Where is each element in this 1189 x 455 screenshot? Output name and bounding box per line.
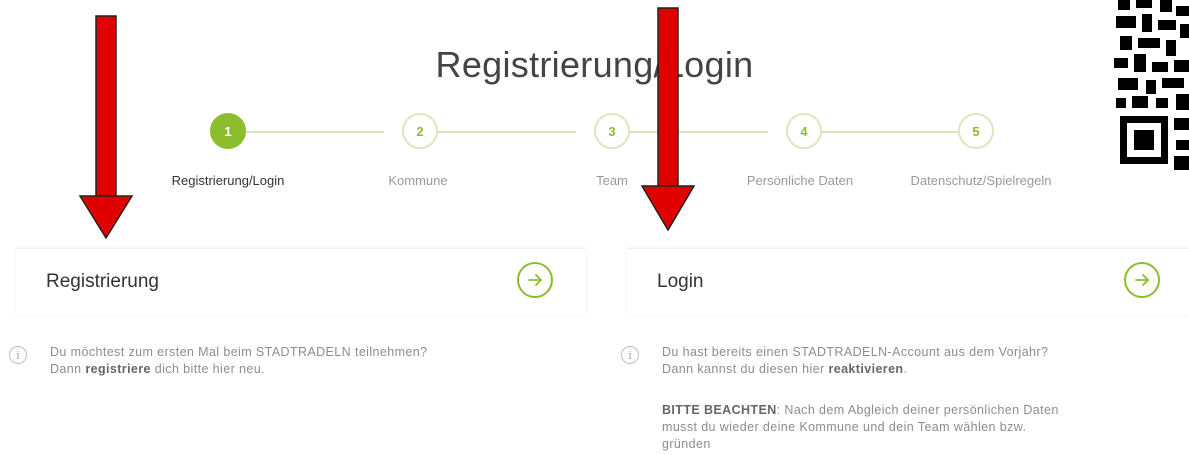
info-icon: i (621, 346, 639, 364)
login-note-bold: BITTE BEACHTEN (662, 403, 777, 417)
login-note-line3: gründen (662, 437, 711, 451)
step-5-circle[interactable]: 5 (958, 113, 994, 149)
login-card[interactable]: Login (627, 248, 1189, 315)
login-info-bold: reaktivieren (828, 362, 904, 376)
step-2-circle[interactable]: 2 (402, 113, 438, 149)
login-info-line1: Du hast bereits einen STADTRADELN-Accoun… (662, 345, 1049, 359)
register-card[interactable]: Registrierung (16, 248, 586, 315)
red-annotation-arrow (640, 7, 696, 232)
step-1-circle[interactable]: 1 (210, 113, 246, 149)
step-4-circle[interactable]: 4 (786, 113, 822, 149)
step-1-label: Registrierung/Login (171, 173, 285, 188)
register-card-title: Registrierung (46, 271, 159, 292)
step-connector (246, 131, 384, 133)
login-note-line1-text: : Nach dem Abgleich deiner persönlichen … (776, 403, 1059, 417)
login-card-title: Login (657, 271, 704, 292)
login-info-pre: Dann kannst du diesen hier (662, 362, 829, 376)
info-icon: i (9, 346, 27, 364)
register-info-bold: registriere (85, 362, 151, 376)
register-info-line2: Dann registriere dich bitte hier neu. (50, 361, 590, 378)
page-title: Registrierung/Login (435, 44, 754, 85)
register-arrow-button[interactable] (517, 262, 553, 298)
login-info-post: . (903, 362, 908, 376)
login-info-text: Du hast bereits einen STADTRADELN-Accoun… (662, 344, 1189, 378)
arrow-right-icon (528, 274, 542, 286)
register-info-pre: Dann (50, 362, 86, 376)
step-connector (822, 131, 958, 133)
login-note-line1: BITTE BEACHTEN: Nach dem Abgleich deiner… (662, 402, 1189, 419)
step-3-circle[interactable]: 3 (594, 113, 630, 149)
login-arrow-button[interactable] (1124, 262, 1160, 298)
step-connector (438, 131, 576, 133)
login-note-text: BITTE BEACHTEN: Nach dem Abgleich deiner… (662, 402, 1189, 453)
qr-code[interactable] (1112, 0, 1189, 170)
step-4-label: Persönliche Daten (746, 173, 854, 188)
login-info-line2: Dann kannst du diesen hier reaktivieren. (662, 361, 1189, 378)
register-info-text: Du möchtest zum ersten Mal beim STADTRAD… (50, 344, 590, 378)
arrow-right-icon (1135, 274, 1149, 286)
step-3-label: Team (596, 173, 628, 188)
red-annotation-arrow (78, 15, 134, 240)
register-info-post: dich bitte hier neu. (150, 362, 265, 376)
step-2-label: Kommune (388, 173, 448, 188)
step-5-label: Datenschutz/Spielregeln (910, 173, 1052, 188)
register-info-line1: Du möchtest zum ersten Mal beim STADTRAD… (50, 345, 428, 359)
login-note-line2: musst du wieder deine Kommune und dein T… (662, 420, 1027, 434)
